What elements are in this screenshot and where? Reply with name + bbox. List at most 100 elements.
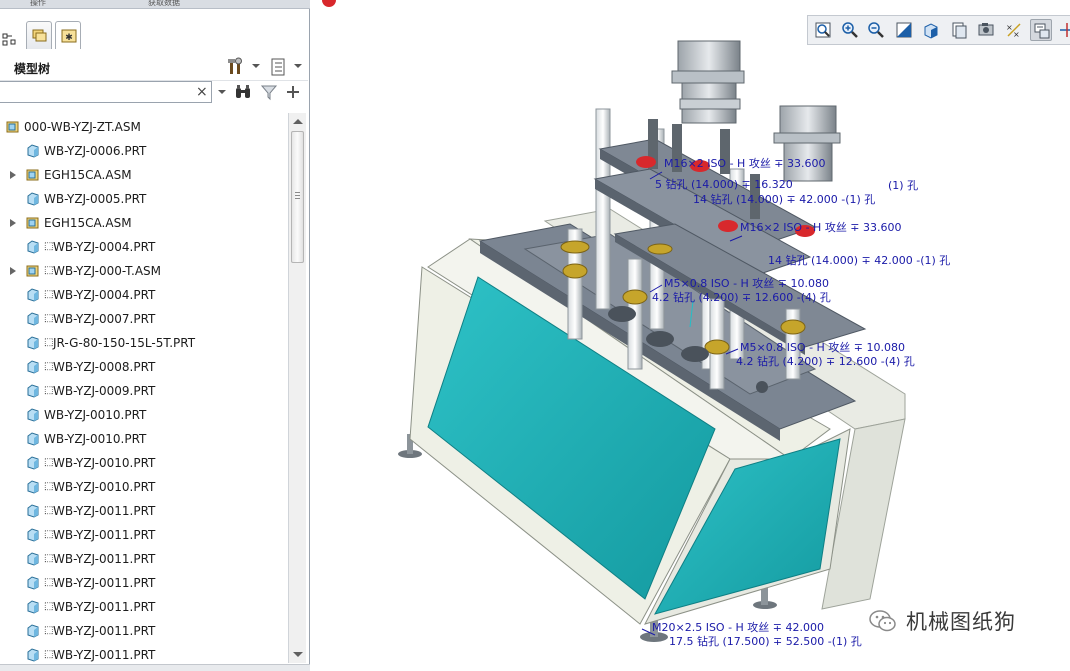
assembly-icon — [26, 217, 39, 229]
refit-button[interactable] — [812, 19, 834, 41]
tree-item-label: WB-YZJ-0007.PRT — [53, 312, 156, 326]
tree-item[interactable]: ⬚ WB-YZJ-0008.PRT — [0, 355, 288, 379]
top-tab-get-data[interactable]: 获取数据 — [148, 0, 180, 9]
part-icon — [27, 288, 39, 302]
expand-arrow-icon[interactable] — [10, 267, 16, 275]
graphics-viewport[interactable]: M16×2 ISO - H 攻丝 ∓ 33.600 5 钻孔 (14.000) … — [310, 9, 1070, 671]
tree-item[interactable]: ⬚ WB-YZJ-0011.PRT — [0, 547, 288, 571]
tree-item-label: 000-WB-YZJ-ZT.ASM — [24, 120, 141, 134]
annotation-drill-4-low[interactable]: 4.2 钻孔 (4.200) ∓ 12.600 -(4) 孔 — [736, 353, 915, 369]
tree-item-label: WB-YZJ-0011.PRT — [53, 600, 156, 614]
tree-item[interactable]: ⬚ WB-YZJ-0010.PRT — [0, 475, 288, 499]
tree-item[interactable]: WB-YZJ-0005.PRT — [0, 187, 288, 211]
part-icon — [27, 600, 39, 614]
tree-item-label: WB-YZJ-0011.PRT — [53, 576, 156, 590]
svg-text:×: × — [1013, 30, 1020, 39]
part-icon — [27, 504, 39, 518]
zoom-in-icon — [842, 22, 858, 38]
display-style-icon — [978, 23, 994, 36]
expand-arrow-icon[interactable] — [10, 219, 16, 227]
tree-item[interactable]: ⬚ WB-YZJ-0007.PRT — [0, 307, 288, 331]
display-style-button[interactable] — [975, 19, 997, 41]
tree-item-label: WB-YZJ-0009.PRT — [53, 384, 156, 398]
tree-item-label: EGH15CA.ASM — [44, 168, 132, 182]
clear-search-icon[interactable]: × — [196, 83, 208, 101]
favorites-tab[interactable]: ✱ — [55, 21, 81, 49]
part-icon — [27, 552, 39, 566]
part-icon — [27, 240, 39, 254]
scroll-down-icon[interactable] — [293, 652, 303, 657]
annotation-tap-m16-top[interactable]: M16×2 ISO - H 攻丝 ∓ 33.600 — [664, 155, 826, 171]
datum-display-button[interactable]: × × — [1003, 19, 1025, 41]
top-tab-strip: 操作 获取数据 — [0, 0, 310, 9]
tree-item[interactable]: ⬚ WB-YZJ-0011.PRT — [0, 499, 288, 523]
tree-item[interactable]: WB-YZJ-0010.PRT — [0, 403, 288, 427]
tree-item[interactable]: EGH15CA.ASM — [0, 211, 288, 235]
expand-arrow-icon[interactable] — [10, 171, 16, 179]
repaint-button[interactable] — [893, 19, 915, 41]
tree-item[interactable]: ⬚ WB-YZJ-0004.PRT — [0, 235, 288, 259]
tree-item[interactable]: ⬚ WB-YZJ-0004.PRT — [0, 283, 288, 307]
folder-browser-tab[interactable] — [26, 21, 52, 49]
find-binoculars-icon[interactable] — [234, 83, 252, 101]
tree-scrollbar[interactable] — [288, 113, 306, 663]
tree-item[interactable]: ⬚ JR-G-80-150-15L-5T.PRT — [0, 331, 288, 355]
saved-views-icon — [952, 22, 967, 39]
search-history-dropdown-icon[interactable] — [218, 90, 226, 94]
saved-views-button[interactable] — [948, 19, 970, 41]
tree-item[interactable]: ⬚ WB-YZJ-0011.PRT — [0, 523, 288, 547]
navigator-tabs: ✱ — [0, 19, 310, 51]
zoom-out-button[interactable] — [865, 19, 887, 41]
view-toolbar: × × — [807, 15, 1070, 45]
tree-item[interactable]: ⬚ WB-YZJ-0011.PRT — [0, 619, 288, 643]
annotation-drill-14-mid[interactable]: 14 钻孔 (14.000) ∓ 42.000 -(1) 孔 — [768, 252, 950, 268]
favorites-icon: ✱ — [61, 29, 77, 43]
spin-center-button[interactable] — [1056, 19, 1070, 41]
tree-item[interactable]: ⬚ WB-YZJ-0011.PRT — [0, 571, 288, 595]
tree-item[interactable]: ⬚ WB-YZJ-0010.PRT — [0, 451, 288, 475]
annotation-drill-top[interactable]: 5 钻孔 (14.000) ∓ 16.320 — [655, 176, 793, 192]
part-icon — [27, 480, 39, 494]
scroll-up-icon[interactable] — [293, 119, 303, 124]
part-icon — [27, 432, 39, 446]
tree-item[interactable]: ⬚ WB-YZJ-0011.PRT — [0, 595, 288, 619]
zoom-in-button[interactable] — [839, 19, 861, 41]
wechat-logo-icon — [869, 610, 896, 632]
zoom-out-icon — [868, 22, 884, 38]
tree-settings-icon[interactable] — [226, 57, 246, 77]
tree-item[interactable]: ⬚ WB-YZJ-0011.PRT — [0, 643, 288, 663]
model-tree-tab-icon[interactable] — [2, 33, 16, 47]
top-tab-operations[interactable]: 操作 — [30, 0, 46, 9]
tree-settings-dropdown-icon[interactable] — [252, 64, 260, 68]
scroll-thumb[interactable] — [291, 131, 304, 263]
tree-item-label: WB-YZJ-0004.PRT — [53, 240, 156, 254]
assembly-icon — [6, 121, 19, 133]
annotation-tap-m16-mid[interactable]: M16×2 ISO - H 攻丝 ∓ 33.600 — [740, 219, 902, 235]
annotation-drill-14-top[interactable]: 14 钻孔 (14.000) ∓ 42.000 -(1) 孔 — [693, 191, 875, 207]
datum-display-icon: ×× — [1006, 23, 1021, 39]
annotation-drill-4-mid[interactable]: 4.2 钻孔 (4.200) ∓ 12.600 -(4) 孔 — [652, 289, 831, 305]
part-icon — [27, 576, 39, 590]
tree-search-input[interactable] — [0, 81, 212, 103]
model-tree-list: 000-WB-YZJ-ZT.ASM WB-YZJ-0006.PRT EGH15CA.… — [0, 115, 288, 663]
tree-item[interactable]: WB-YZJ-0006.PRT — [0, 139, 288, 163]
add-column-icon[interactable] — [284, 83, 302, 101]
show-menu-dropdown-icon[interactable] — [294, 64, 302, 68]
shading-button[interactable] — [920, 19, 942, 41]
tree-item[interactable]: ⬚ WB-YZJ-000-T.ASM — [0, 259, 288, 283]
annotation-hole-count-top[interactable]: (1) 孔 — [888, 177, 918, 193]
annotation-drill-17-bottom[interactable]: 17.5 钻孔 (17.500) ∓ 52.500 -(1) 孔 — [669, 633, 862, 649]
tree-item[interactable]: EGH15CA.ASM — [0, 163, 288, 187]
svg-text:×: × — [1006, 23, 1013, 32]
filter-icon[interactable] — [260, 83, 278, 101]
tree-item[interactable]: 000-WB-YZJ-ZT.ASM — [0, 115, 288, 139]
part-icon — [27, 528, 39, 542]
tree-item[interactable]: ⬚ WB-YZJ-0009.PRT — [0, 379, 288, 403]
show-menu-icon[interactable] — [268, 57, 288, 77]
svg-text:✱: ✱ — [65, 33, 73, 43]
shading-icon — [924, 23, 938, 39]
annotation-display-button[interactable] — [1030, 19, 1052, 41]
tree-item[interactable]: WB-YZJ-0010.PRT — [0, 427, 288, 451]
record-icon[interactable] — [322, 0, 336, 7]
assembly-model-3d[interactable] — [310, 9, 1070, 671]
